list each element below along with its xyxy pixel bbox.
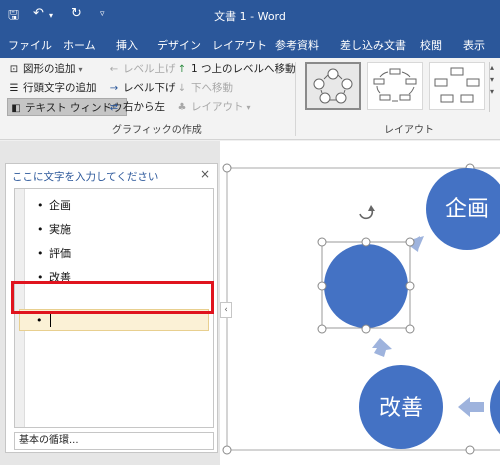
text-pane-header: ここに文字を入力してください <box>12 171 159 183</box>
frame-handle[interactable] <box>222 445 232 455</box>
smartart-node-improve-label: 改善 <box>379 396 423 421</box>
resize-handle[interactable] <box>361 324 371 334</box>
text-pane-footer[interactable]: 基本の循環... <box>14 432 214 450</box>
smartart-node-new[interactable] <box>324 244 408 328</box>
close-icon[interactable]: × <box>200 167 210 181</box>
smartart-node-plan-label: 企画 <box>445 197 489 222</box>
text-cursor <box>50 314 51 327</box>
list-item[interactable]: • 企画 <box>37 197 71 213</box>
resize-handle[interactable] <box>317 237 327 247</box>
collapse-text-pane-button[interactable]: ‹ <box>220 302 232 318</box>
resize-handle[interactable] <box>405 324 415 334</box>
list-item[interactable]: • 評価 <box>37 245 71 261</box>
list-item[interactable]: • 実施 <box>37 221 71 237</box>
resize-handle[interactable] <box>361 237 371 247</box>
cycle-arrow <box>458 397 484 417</box>
resize-handle[interactable] <box>405 237 415 247</box>
frame-handle[interactable] <box>465 445 475 455</box>
frame-handle[interactable] <box>222 163 232 173</box>
resize-handle[interactable] <box>405 281 415 291</box>
resize-handle[interactable] <box>317 324 327 334</box>
rotate-handle-icon[interactable] <box>359 205 375 220</box>
smartart-node-evaluate[interactable] <box>490 365 500 449</box>
highlight-box <box>11 281 214 314</box>
resize-handle[interactable] <box>317 281 327 291</box>
cycle-arrow <box>372 338 392 357</box>
